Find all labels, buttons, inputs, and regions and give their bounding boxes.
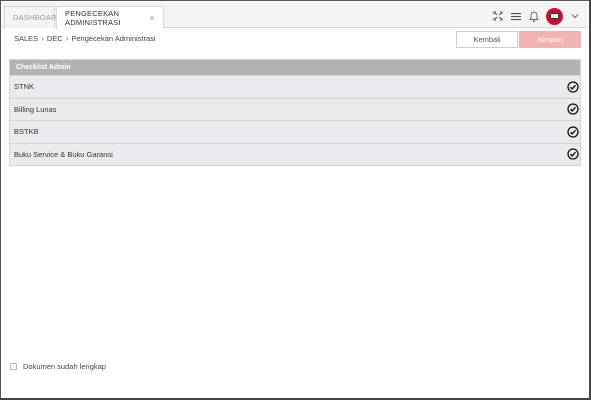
document-complete-label: Dokumen sudah lengkap <box>23 362 106 371</box>
breadcrumb-current: Pengecekan Administrasi <box>71 34 156 43</box>
breadcrumb-dec[interactable]: DEC <box>47 34 63 43</box>
breadcrumb-sales[interactable]: SALES <box>14 34 38 43</box>
app-window: DASHBOARD PENGECEKAN ADMINISTRASI × SALE… <box>0 0 591 400</box>
fullscreen-icon[interactable] <box>492 10 504 22</box>
chevron-right-icon: › <box>65 34 69 43</box>
checklist-item: BSTKB <box>10 120 580 143</box>
save-button[interactable]: Simpan <box>519 31 581 48</box>
checklist-item: Buku Service & Buku Garansi <box>10 142 580 165</box>
tab-pengecekan-administrasi[interactable]: PENGECEKAN ADMINISTRASI × <box>56 6 164 29</box>
close-icon[interactable]: × <box>150 13 155 23</box>
checklist-item-label: STNK <box>14 82 35 92</box>
tab-pengecekan-label: PENGECEKAN ADMINISTRASI <box>65 9 121 27</box>
checklist-item-label: Buku Service & Buku Garansi <box>14 149 113 159</box>
tab-dashboard-label: DASHBOARD <box>13 13 63 22</box>
chevron-right-icon: › <box>41 34 44 43</box>
document-complete-checkbox[interactable] <box>10 363 17 370</box>
tab-dashboard[interactable]: DASHBOARD <box>4 6 62 28</box>
back-button[interactable]: Kembali <box>456 31 518 48</box>
avatar-icon[interactable] <box>546 7 563 25</box>
checklist-item: Billing Lunas <box>10 97 580 120</box>
bell-icon[interactable] <box>528 10 540 22</box>
checklist-item: STNK <box>10 75 580 98</box>
document-complete-option: Dokumen sudah lengkap <box>10 362 106 371</box>
check-circle-icon[interactable] <box>567 148 579 160</box>
header-actions <box>492 6 581 26</box>
check-circle-icon[interactable] <box>567 103 579 115</box>
tab-bar: DASHBOARD PENGECEKAN ADMINISTRASI × <box>2 2 587 29</box>
check-circle-icon[interactable] <box>567 126 579 138</box>
checklist-title: Checklist Admin <box>10 60 580 75</box>
breadcrumb: SALES › DEC › Pengecekan Administrasi <box>14 34 156 43</box>
checklist-item-label: Billing Lunas <box>14 104 57 114</box>
menu-icon[interactable] <box>510 10 522 22</box>
id-card-icon <box>550 13 559 19</box>
check-circle-icon[interactable] <box>567 81 579 93</box>
checklist-item-label: BSTKB <box>14 127 39 137</box>
checklist-panel: Checklist Admin STNK Billing Lunas BSTKB… <box>9 59 581 166</box>
chevron-down-icon[interactable] <box>569 10 581 22</box>
